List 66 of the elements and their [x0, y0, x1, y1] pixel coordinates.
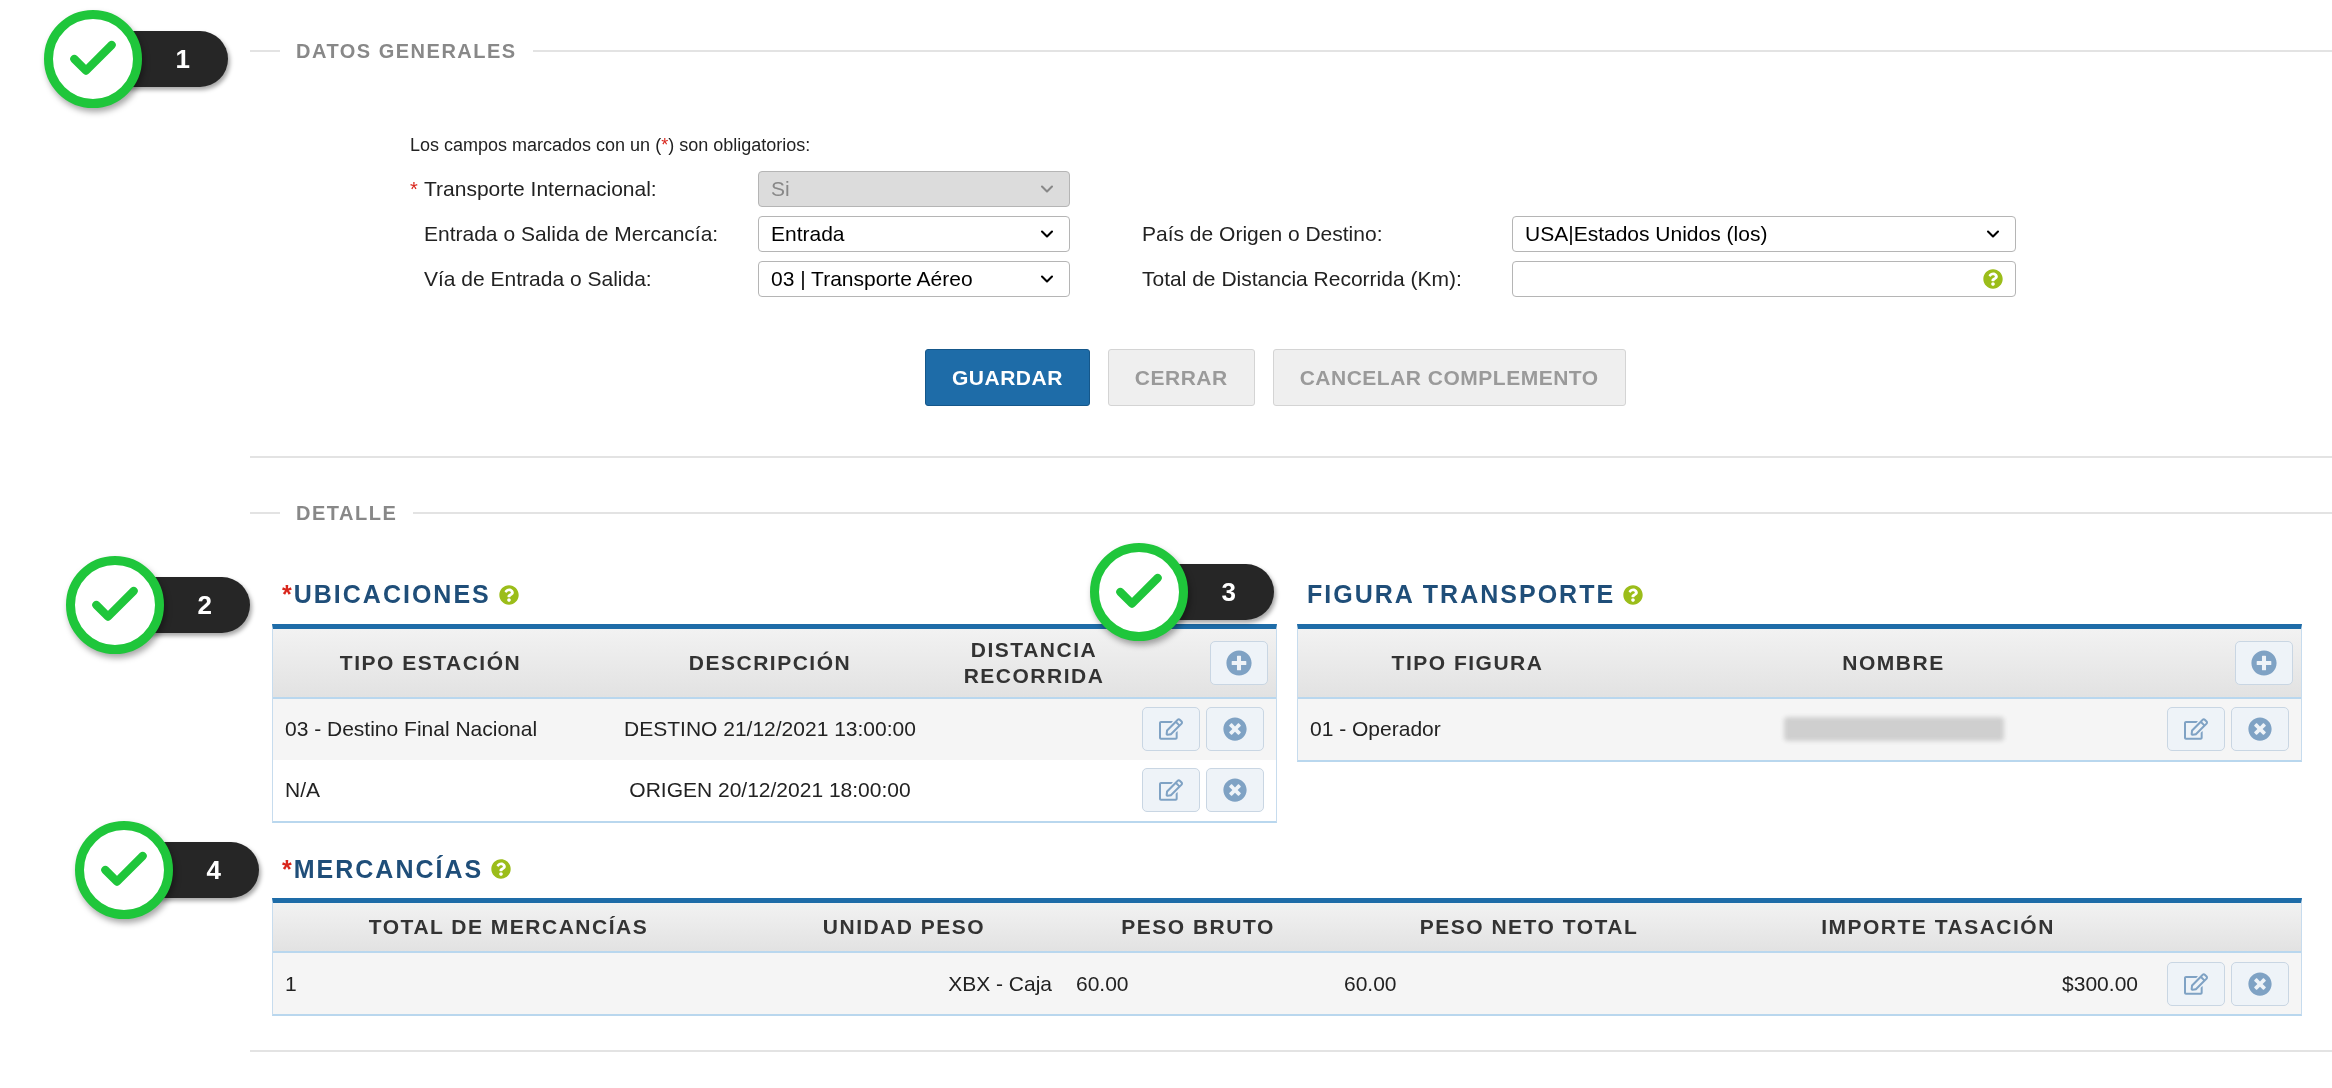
section-title: *UBICACIONES — [282, 579, 491, 610]
close-icon — [1223, 717, 1247, 741]
help-icon[interactable] — [498, 584, 519, 605]
add-button[interactable] — [1210, 640, 1268, 685]
edit-icon — [1159, 778, 1183, 802]
help-icon[interactable] — [1623, 584, 1644, 605]
column-header: PESO BRUTO — [1121, 914, 1275, 940]
field-label: Transporte Internacional: — [424, 176, 657, 203]
select-field[interactable]: Entrada — [758, 216, 1070, 252]
table-cell-text: $300.00 — [2062, 970, 2138, 997]
field-label: Vía de Entrada o Salida: — [424, 266, 652, 293]
edit-button[interactable] — [1142, 707, 1200, 751]
column-header: NOMBRE — [1842, 649, 1945, 676]
close-icon — [2248, 717, 2272, 741]
edit-icon — [1159, 717, 1183, 741]
action-button[interactable]: GUARDAR — [925, 349, 1090, 406]
column-header: TIPO ESTACIÓN — [339, 649, 522, 676]
table-cell-text: 03 - Destino Final Nacional — [285, 716, 538, 743]
column-header: IMPORTE TASACIÓN — [1821, 914, 2055, 940]
close-icon — [2248, 971, 2272, 996]
section-title: FIGURA TRANSPORTE — [1307, 579, 1616, 610]
field-label: Total de Distancia Recorrida (Km): — [1142, 266, 1462, 293]
table-cell-text: 60.00 — [1344, 970, 1397, 997]
section-legend: DETALLE — [296, 498, 398, 528]
required-marker: * — [410, 177, 419, 202]
input-field[interactable] — [1512, 261, 2016, 297]
help-icon[interactable] — [491, 859, 512, 880]
step-number: 4 — [206, 853, 221, 887]
plus-icon — [2251, 649, 2277, 676]
column-header: TIPO FIGURA — [1391, 649, 1544, 676]
delete-button[interactable] — [1206, 707, 1264, 751]
table-cell-text: ORIGEN 20/12/2021 18:00:00 — [629, 777, 911, 804]
step-number: 3 — [1221, 575, 1236, 609]
edit-button[interactable] — [1142, 768, 1200, 812]
table-cell-text: N/A — [285, 777, 320, 804]
field-label: País de Origen o Destino: — [1142, 221, 1383, 248]
required-note: Los campos marcados con un (*) son obligatorios: — [410, 135, 811, 155]
table-cell-text: 01 - Operador — [1310, 716, 1441, 743]
column-header: PESO NETO TOTAL — [1419, 914, 1639, 940]
edit-icon — [2184, 717, 2208, 741]
edit-button[interactable] — [2167, 961, 2225, 1006]
select-field[interactable]: 03 | Transporte Aéreo — [758, 261, 1070, 297]
delete-button[interactable] — [1206, 768, 1264, 812]
table-cell-text: 1 — [285, 970, 297, 997]
step-number: 1 — [175, 42, 190, 76]
plus-icon — [1226, 649, 1252, 676]
add-button[interactable] — [2235, 640, 2293, 685]
table-cell-text: 60.00 — [1076, 970, 1129, 997]
edit-icon — [2184, 971, 2208, 996]
column-header: TOTAL DE MERCANCÍAS — [368, 914, 649, 940]
field-label: Entrada o Salida de Mercancía: — [424, 221, 719, 248]
edit-button[interactable] — [2167, 707, 2225, 751]
column-header: DISTANCIA RECORRIDA — [962, 636, 1106, 689]
table-cell-text: DESTINO 21/12/2021 13:00:00 — [624, 716, 916, 743]
select-field[interactable]: USA|Estados Unidos (los) — [1512, 216, 2016, 252]
delete-button[interactable] — [2231, 961, 2289, 1006]
delete-button[interactable] — [2231, 707, 2289, 751]
section-legend: DATOS GENERALES — [296, 36, 517, 66]
column-header: DESCRIPCIÓN — [688, 649, 852, 676]
section-title: *MERCANCÍAS — [282, 853, 484, 885]
select-field: Si — [758, 171, 1070, 207]
column-header: UNIDAD PESO — [822, 914, 986, 940]
help-icon[interactable] — [1983, 269, 2003, 289]
table-cell-text: XBX - Caja — [948, 970, 1052, 997]
step-number: 2 — [197, 588, 212, 622]
close-icon — [1223, 778, 1247, 802]
